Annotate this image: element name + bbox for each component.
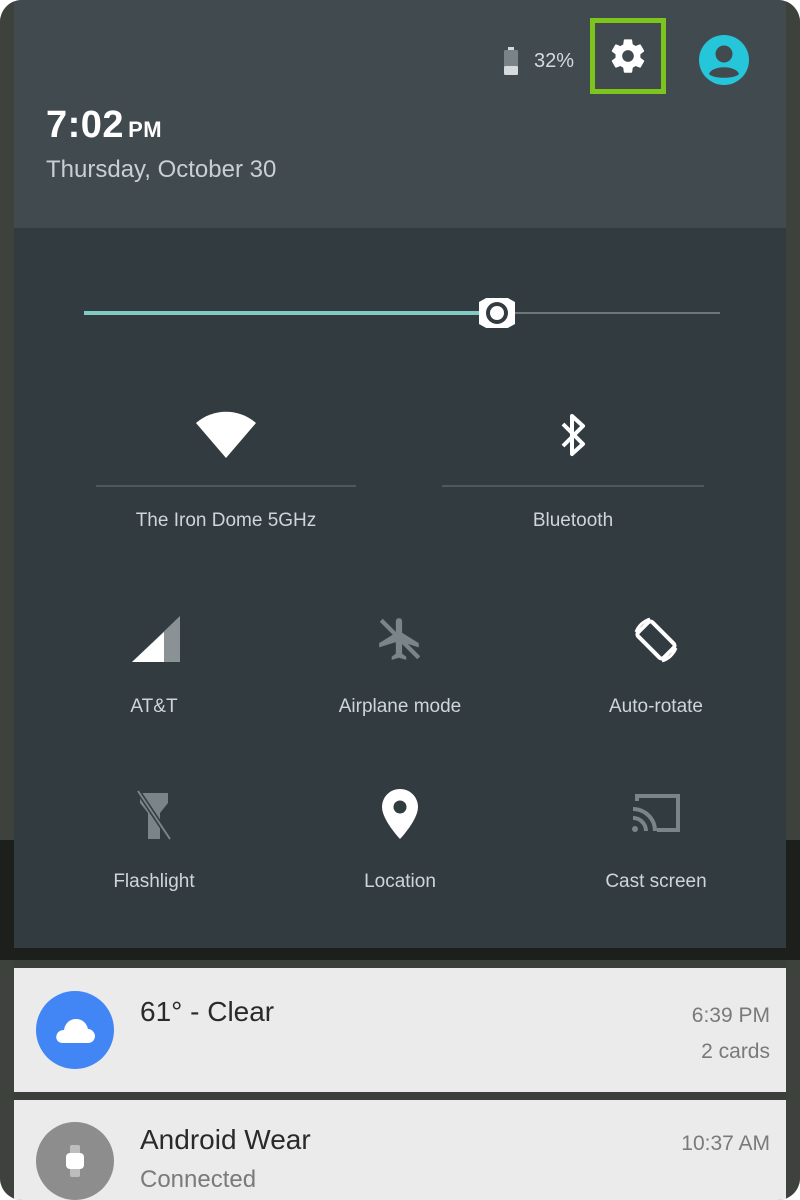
tile-airplane-mode[interactable]: Airplane mode [320, 608, 480, 718]
battery-icon [504, 47, 518, 75]
date-label: Thursday, October 30 [46, 156, 277, 183]
rotate-icon [634, 617, 678, 663]
user-account-button[interactable] [698, 34, 750, 86]
bluetooth-icon [561, 414, 585, 456]
tile-auto-rotate[interactable]: Auto-rotate [576, 608, 736, 718]
watch-icon [66, 1145, 84, 1177]
tile-cellular[interactable]: AT&T [84, 608, 224, 718]
battery-indicator: 32% [498, 46, 574, 76]
cast-icon [632, 794, 680, 832]
tile-label: Bluetooth [532, 510, 614, 531]
phone-screen: 32% 7:02 PM Thursday, October 30 The Iro… [0, 0, 800, 1200]
tile-label: Airplane mode [338, 696, 462, 717]
tile-bluetooth[interactable]: Bluetooth [442, 398, 704, 538]
cell-signal-icon [132, 616, 180, 662]
notification-title: 61° - Clear [140, 996, 275, 1027]
gear-icon [611, 39, 645, 73]
notification-time: 10:37 AM [681, 1132, 770, 1155]
flashlight-icon [135, 789, 173, 841]
battery-percent: 32% [534, 49, 575, 72]
tile-label: The Iron Dome 5GHz [135, 510, 317, 531]
tile-label: Auto-rotate [609, 696, 703, 717]
notification-android-wear[interactable]: Android Wear Connected 10:37 AM [14, 1100, 786, 1200]
android-wear-avatar [36, 1122, 114, 1200]
weather-avatar [36, 991, 114, 1069]
tile-flashlight[interactable]: Flashlight [84, 783, 224, 893]
notification-subtitle: Connected [140, 1166, 257, 1193]
notification-card-count: 2 cards [701, 1040, 770, 1063]
clock-ampm: PM [128, 117, 163, 142]
tile-cast-screen[interactable]: Cast screen [576, 783, 736, 893]
tile-label: Location [364, 871, 436, 892]
tile-label: Cast screen [605, 871, 707, 892]
clock-time: 7:02 [46, 104, 125, 146]
cloud-icon [56, 1019, 95, 1043]
brightness-thumb[interactable] [479, 298, 515, 328]
notification-time: 6:39 PM [691, 1004, 770, 1027]
tile-divider [96, 485, 356, 487]
clock: 7:02 PM [46, 104, 162, 147]
tile-divider [442, 485, 704, 487]
wifi-icon [196, 411, 256, 458]
tile-label: AT&T [130, 696, 178, 717]
tile-location[interactable]: Location [320, 783, 480, 893]
notification-weather[interactable]: 61° - Clear 6:39 PM 2 cards [14, 968, 786, 1092]
status-header: 32% 7:02 PM Thursday, October 30 [14, 0, 786, 228]
tile-wifi[interactable]: The Iron Dome 5GHz [96, 398, 356, 538]
settings-button[interactable] [590, 18, 666, 94]
brightness-slider[interactable] [84, 298, 720, 328]
tile-label: Flashlight [113, 871, 195, 892]
location-pin-icon [382, 789, 418, 839]
quick-settings-panel: The Iron Dome 5GHz Bluetooth AT&T Airpla [14, 228, 786, 948]
account-icon [699, 35, 749, 85]
notification-title: Android Wear [140, 1124, 311, 1155]
airplane-icon [379, 618, 421, 660]
